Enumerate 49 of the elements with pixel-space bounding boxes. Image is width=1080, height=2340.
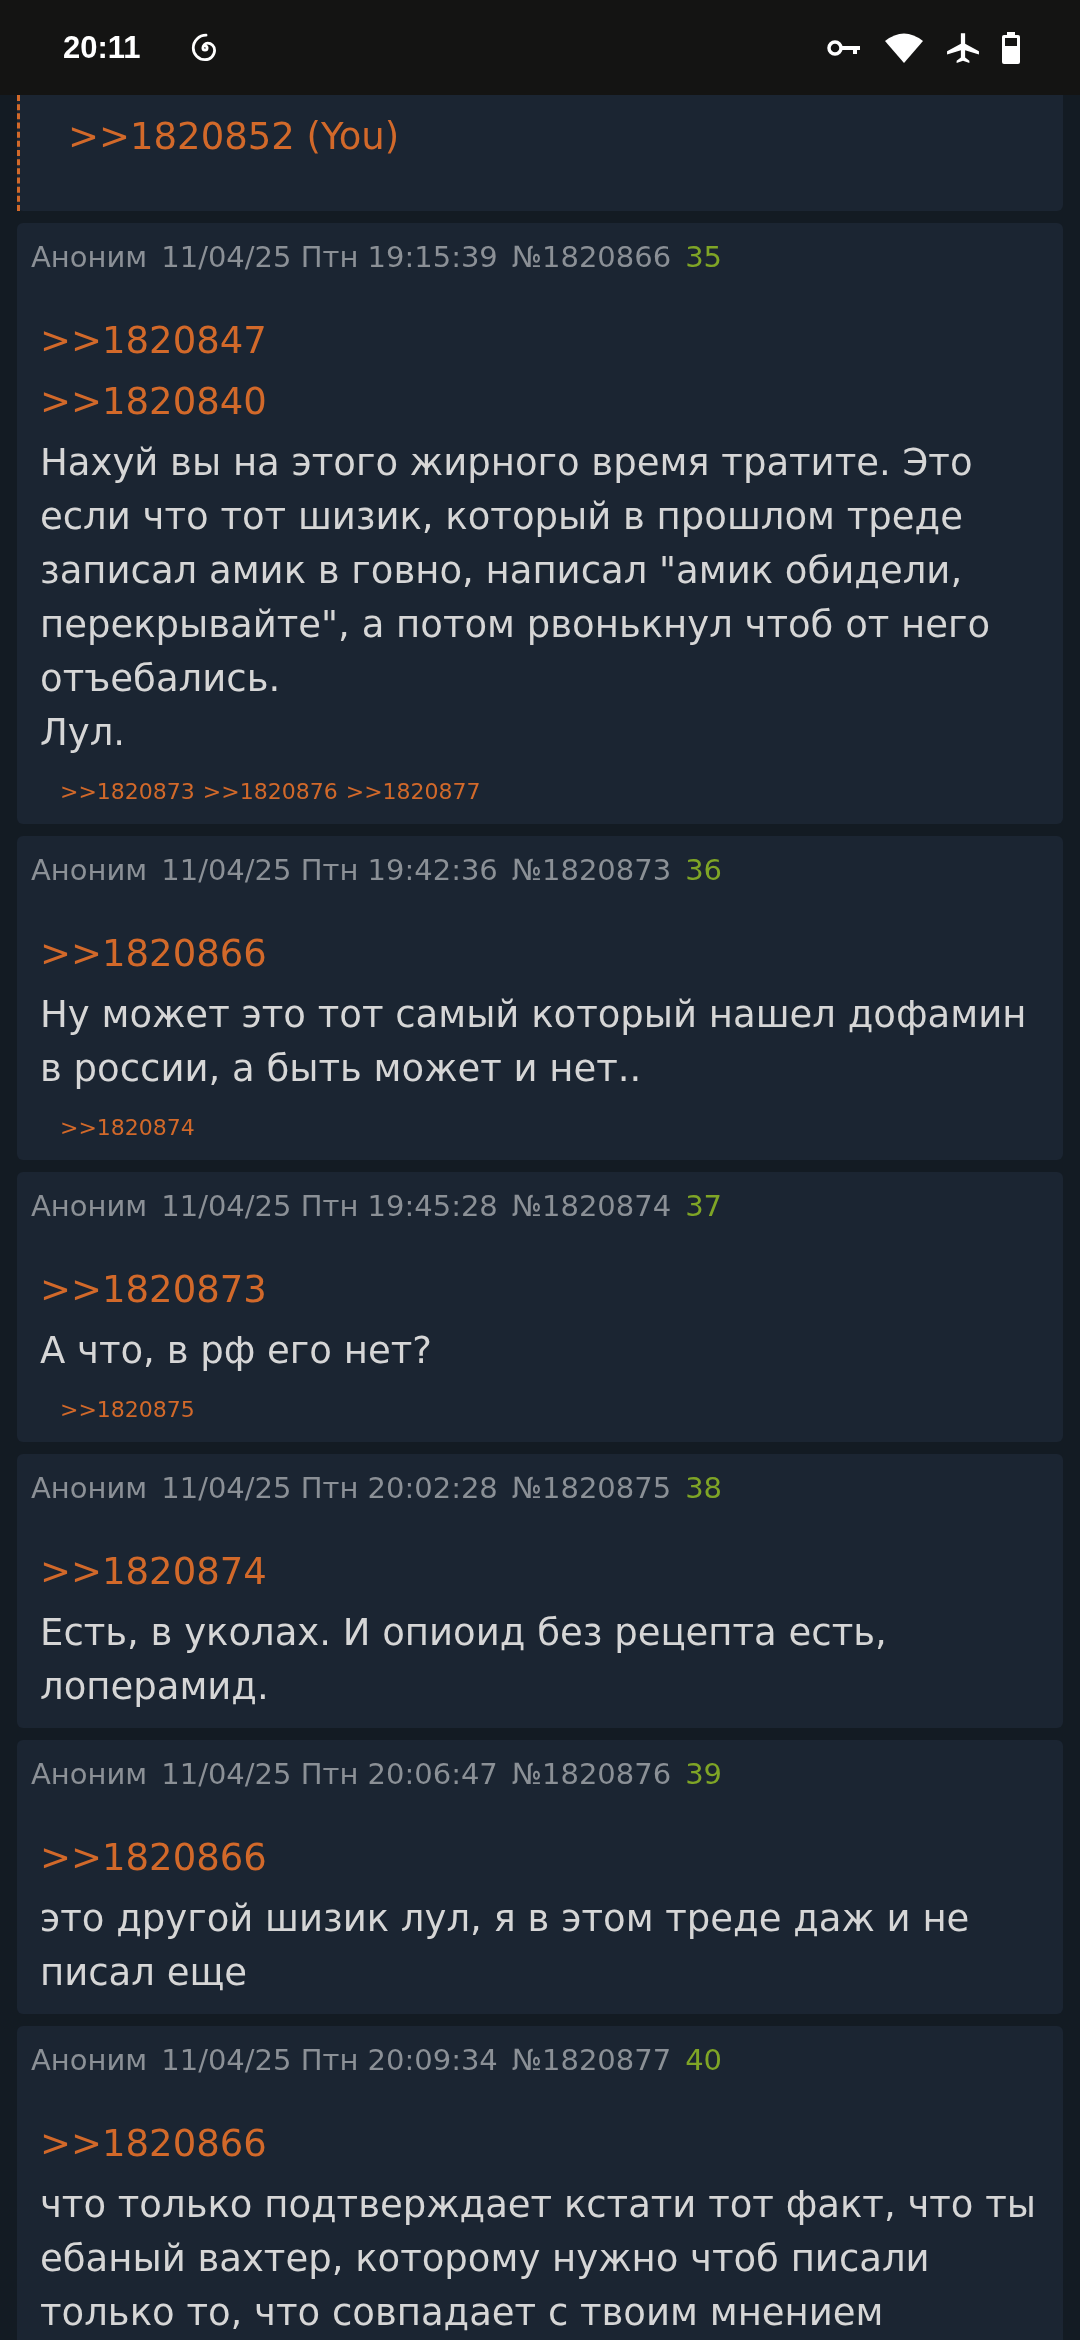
post-date: 11/04/25 Птн 20:06:47: [161, 1756, 498, 1793]
post-number[interactable]: №1820877: [511, 2040, 672, 2080]
backlink[interactable]: >>1820877: [345, 774, 481, 810]
post-number[interactable]: №1820875: [511, 1468, 672, 1508]
reply-link[interactable]: >>1820866: [40, 2122, 267, 2165]
post-author: Аноним: [31, 852, 148, 889]
post-index: 36: [685, 852, 723, 889]
clock-time: 20:11: [63, 29, 141, 66]
key-icon: [826, 37, 862, 58]
post-text: Лул.: [40, 710, 127, 756]
post-author: Аноним: [31, 2042, 148, 2079]
backlink[interactable]: >>1820876: [202, 774, 338, 810]
post-author: Аноним: [31, 1470, 148, 1507]
post-author: Аноним: [31, 239, 148, 276]
post-text: Нахуй вы на этого жирного время тратите. Это если что тот шизик, который в прошлом треде записал амик в говно, написал "амик обидели, перекрывайте", а потом рвонькнул чтоб от него отъебались.: [40, 440, 992, 702]
post-number[interactable]: №1820876: [511, 1754, 672, 1794]
post-text: это другой шизик лул, я в этом треде даж и не писал еще: [40, 1896, 971, 1996]
post-date: 11/04/25 Птн 19:45:28: [161, 1188, 498, 1225]
reply-link[interactable]: >>1820873: [40, 1268, 267, 1311]
post-index: 37: [685, 1188, 723, 1225]
wifi-icon: [884, 31, 924, 64]
post-text: А что, в рф его нет?: [40, 1328, 433, 1374]
post-number[interactable]: №1820874: [511, 1186, 672, 1226]
post-index: 39: [685, 1756, 723, 1793]
post-author: Аноним: [31, 1756, 148, 1793]
post-number[interactable]: №1820866: [511, 237, 672, 277]
reply-link[interactable]: >>1820847: [40, 319, 267, 362]
post-number[interactable]: №1820873: [511, 850, 672, 890]
battery-icon: [1002, 31, 1020, 64]
post-text: что только подтверждает кстати тот факт, что ты ебаный вахтер, которому нужно чтоб писали только то, что совпадает с твоим мнением: [40, 2182, 1037, 2336]
post-date: 11/04/25 Птн 19:42:36: [161, 852, 498, 889]
backlink[interactable]: >>1820873: [60, 774, 195, 810]
post-text: Есть, в уколах. И опиоид без рецепта есть, лоперамид.: [40, 1610, 888, 1710]
airplane-icon: [946, 30, 980, 65]
reply-link[interactable]: >>1820874: [40, 1550, 267, 1593]
post-author: Аноним: [31, 1188, 148, 1225]
post-text: Ну может это тот самый который нашел дофамин в россии, а быть может и нет..: [40, 992, 1028, 1092]
reply-link[interactable]: >>1820840: [40, 380, 267, 423]
post-index: 35: [685, 239, 723, 276]
reply-link[interactable]: >>1820866: [40, 1836, 267, 1879]
post-date: 11/04/25 Птн 19:15:39: [161, 239, 498, 276]
backlink[interactable]: >>1820874: [60, 1110, 195, 1146]
post-index: 38: [685, 1470, 723, 1507]
backlink[interactable]: >>1820875: [60, 1392, 195, 1428]
reply-link[interactable]: >>1820852 (You): [68, 115, 400, 158]
post-date: 11/04/25 Птн 20:02:28: [161, 1470, 498, 1507]
post-index: 40: [685, 2042, 723, 2079]
reply-link[interactable]: >>1820866: [40, 932, 267, 975]
post-date: 11/04/25 Птн 20:09:34: [161, 2042, 498, 2079]
